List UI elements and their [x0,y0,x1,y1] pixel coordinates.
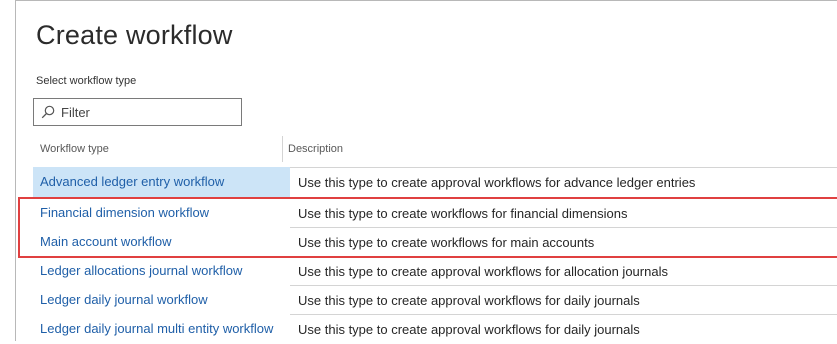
panel-top-border [15,0,837,1]
workflow-type-link[interactable]: Ledger daily journal workflow [33,285,289,315]
column-header-workflow-type[interactable]: Workflow type [40,143,109,155]
table-row[interactable]: Ledger daily journal multi entity workfl… [33,314,837,344]
table-row[interactable]: Main account workflow Use this type to c… [33,227,837,257]
panel-left-border [15,0,16,341]
workflow-type-link[interactable]: Main account workflow [33,227,289,257]
table-row[interactable]: Financial dimension workflow Use this ty… [33,198,837,228]
page-title: Create workflow [36,20,233,50]
column-divider [282,136,283,162]
workflow-type-link[interactable]: Ledger allocations journal workflow [33,256,289,286]
column-header-description[interactable]: Description [288,143,343,155]
table-row[interactable]: Advanced ledger entry workflow Use this … [33,167,837,197]
workflow-type-link[interactable]: Advanced ledger entry workflow [33,167,289,197]
workflow-description: Use this type to create approval workflo… [290,285,837,315]
workflow-description: Use this type to create workflows for ma… [290,227,837,257]
workflow-description: Use this type to create approval workflo… [290,256,837,286]
filter-field[interactable] [33,98,242,126]
filter-input[interactable] [61,104,231,120]
search-icon [41,105,55,119]
workflow-type-link[interactable]: Financial dimension workflow [33,198,289,228]
workflow-description: Use this type to create approval workflo… [290,167,837,197]
workflow-type-link[interactable]: Ledger daily journal multi entity workfl… [33,314,289,344]
select-workflow-type-label: Select workflow type [36,75,137,87]
table-row[interactable]: Ledger daily journal workflow Use this t… [33,285,837,315]
table-row[interactable]: Ledger allocations journal workflow Use … [33,256,837,286]
workflow-description: Use this type to create approval workflo… [290,314,837,344]
workflow-description: Use this type to create workflows for fi… [290,198,837,228]
